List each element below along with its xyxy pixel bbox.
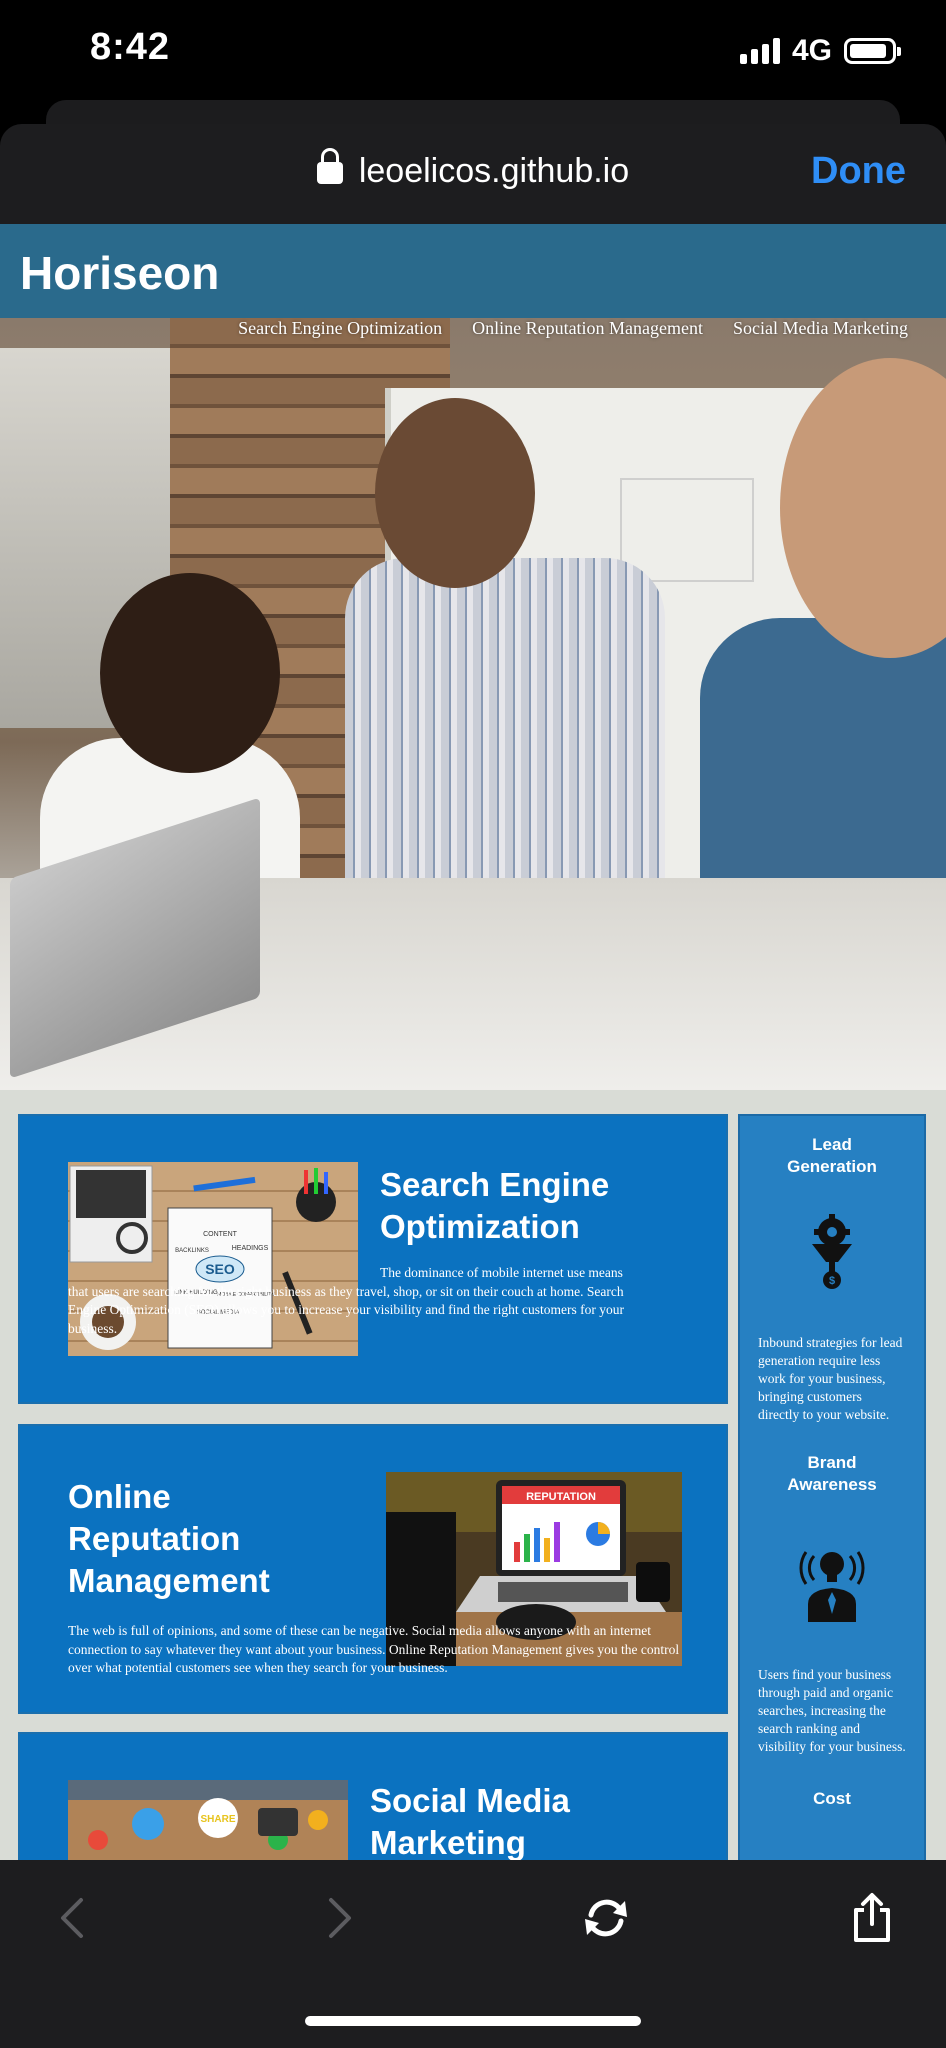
reload-icon [585, 1899, 627, 1937]
status-bar: 8:42 4G [0, 0, 946, 100]
orm-heading: Online Reputation Management [68, 1478, 270, 1599]
back-button[interactable] [42, 1888, 102, 1948]
svg-text:CONTENT: CONTENT [203, 1231, 238, 1238]
nav-link-orm[interactable]: Online Reputation Management [472, 318, 703, 339]
lightbulb-person-icon [799, 1551, 865, 1622]
share-button[interactable] [842, 1888, 902, 1948]
nav-link-smm[interactable]: Social Media Marketing [733, 318, 908, 339]
lead-generation-heading: Lead Generation [787, 1135, 877, 1176]
seo-heading: Search Engine Optimization [380, 1166, 610, 1245]
network-type: 4G [791, 34, 832, 67]
share-icon [854, 1893, 890, 1942]
battery-icon [844, 38, 901, 64]
url-display[interactable]: leoelicos.github.io [0, 148, 946, 191]
site-logo[interactable]: Horiseon [20, 246, 219, 300]
nav-link-seo[interactable]: Search Engine Optimization [238, 318, 442, 339]
done-button[interactable]: Done [811, 150, 906, 193]
gear-funnel-icon: $ [812, 1214, 852, 1289]
status-time: 8:42 [90, 26, 171, 68]
signal-icon [739, 38, 780, 64]
site-nav: Search Engine Optimization Online Reputa… [238, 318, 908, 339]
status-indicators: 4G [739, 34, 901, 68]
url-text: leoelicos.github.io [358, 152, 630, 190]
brand-awareness-heading: Brand Awareness [787, 1453, 877, 1494]
lock-icon [316, 148, 343, 184]
webpage: Horiseon Search Engine Optimization Onli… [0, 224, 946, 1860]
orm-section: Online Reputation Management REPUTATION … [18, 1424, 728, 1714]
forward-button[interactable] [310, 1888, 370, 1948]
smm-heading: Social Media Marketing [370, 1782, 570, 1860]
brand-awareness-body: Users find your business through paid an… [758, 1667, 906, 1754]
reload-button[interactable] [576, 1888, 636, 1948]
svg-text:REPUTATION: REPUTATION [526, 1491, 596, 1503]
smm-section: SHARE Social Media Marketing [18, 1732, 728, 1860]
home-indicator[interactable] [305, 2016, 641, 2026]
lead-generation-body: Inbound strategies for lead generation r… [758, 1335, 903, 1422]
svg-text:HEADINGS: HEADINGS [232, 1245, 269, 1252]
forward-icon [329, 1898, 351, 1938]
benefits-sidebar: Lead Generation $ Inbound strategies for… [738, 1114, 926, 1860]
site-header: Horiseon [0, 224, 946, 318]
seo-section: CONTENT HEADINGS BACKLINKS SEO LINK BUIL… [18, 1114, 728, 1404]
orm-body: The web is full of opinions, and some of… [68, 1623, 680, 1675]
svg-text:$: $ [829, 1275, 835, 1287]
cost-heading: Cost [813, 1789, 851, 1808]
hero-image: Search Engine Optimization Online Reputa… [0, 318, 946, 1090]
svg-text:SHARE: SHARE [200, 1814, 235, 1825]
back-icon [61, 1898, 83, 1938]
svg-text:BACKLINKS: BACKLINKS [175, 1248, 209, 1254]
browser-header: leoelicos.github.io Done [0, 124, 946, 224]
seo-body: The dominance of mobile internet use mea… [68, 1265, 625, 1336]
smm-image: SHARE [68, 1780, 348, 1860]
